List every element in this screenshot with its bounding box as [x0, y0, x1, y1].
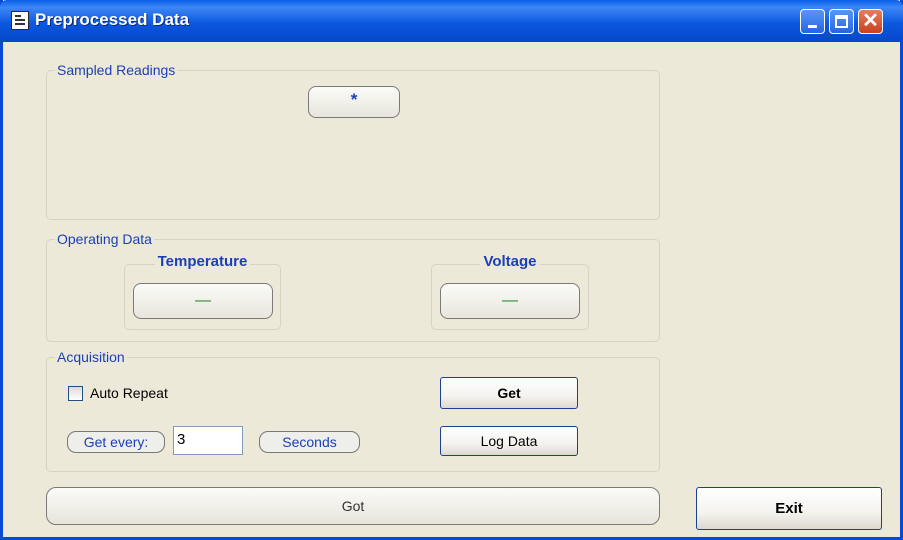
preprocessed-data-window: Preprocessed Data ✕ Sampled Readings * O…: [0, 0, 903, 540]
document-icon: [11, 11, 29, 30]
sampled-readings-value: *: [308, 86, 400, 118]
close-button[interactable]: ✕: [858, 9, 883, 34]
get-button[interactable]: Get: [440, 377, 578, 409]
seconds-label: Seconds: [259, 431, 360, 453]
maximize-button[interactable]: [829, 9, 854, 34]
acquisition-group: Acquisition Auto Repeat Get Get every: 3…: [46, 348, 660, 472]
get-every-label: Get every:: [67, 431, 165, 453]
minimize-button[interactable]: [800, 9, 825, 34]
voltage-label: Voltage: [480, 253, 540, 270]
log-data-button[interactable]: Log Data: [440, 426, 578, 456]
operating-data-label: Operating Data: [55, 230, 154, 248]
auto-repeat-checkbox[interactable]: [68, 386, 83, 401]
temperature-value: —: [133, 283, 273, 319]
voltage-group: Voltage —: [431, 253, 589, 330]
status-display: Got: [46, 487, 660, 525]
exit-button[interactable]: Exit: [696, 487, 882, 530]
auto-repeat-label[interactable]: Auto Repeat: [90, 385, 168, 401]
temperature-label: Temperature: [154, 253, 251, 270]
close-icon: ✕: [862, 10, 879, 32]
maximize-icon: [835, 15, 848, 28]
sampled-readings-label: Sampled Readings: [55, 61, 178, 79]
voltage-value: —: [440, 283, 580, 319]
temperature-group: Temperature —: [124, 253, 281, 330]
interval-input[interactable]: 3: [173, 426, 243, 455]
window-title: Preprocessed Data: [35, 10, 190, 29]
sampled-readings-group: Sampled Readings *: [46, 61, 660, 220]
acquisition-label: Acquisition: [55, 348, 127, 366]
minimize-icon: [808, 25, 817, 28]
title-bar[interactable]: Preprocessed Data ✕: [0, 0, 903, 42]
operating-data-group: Operating Data Temperature — Voltage —: [46, 230, 660, 342]
